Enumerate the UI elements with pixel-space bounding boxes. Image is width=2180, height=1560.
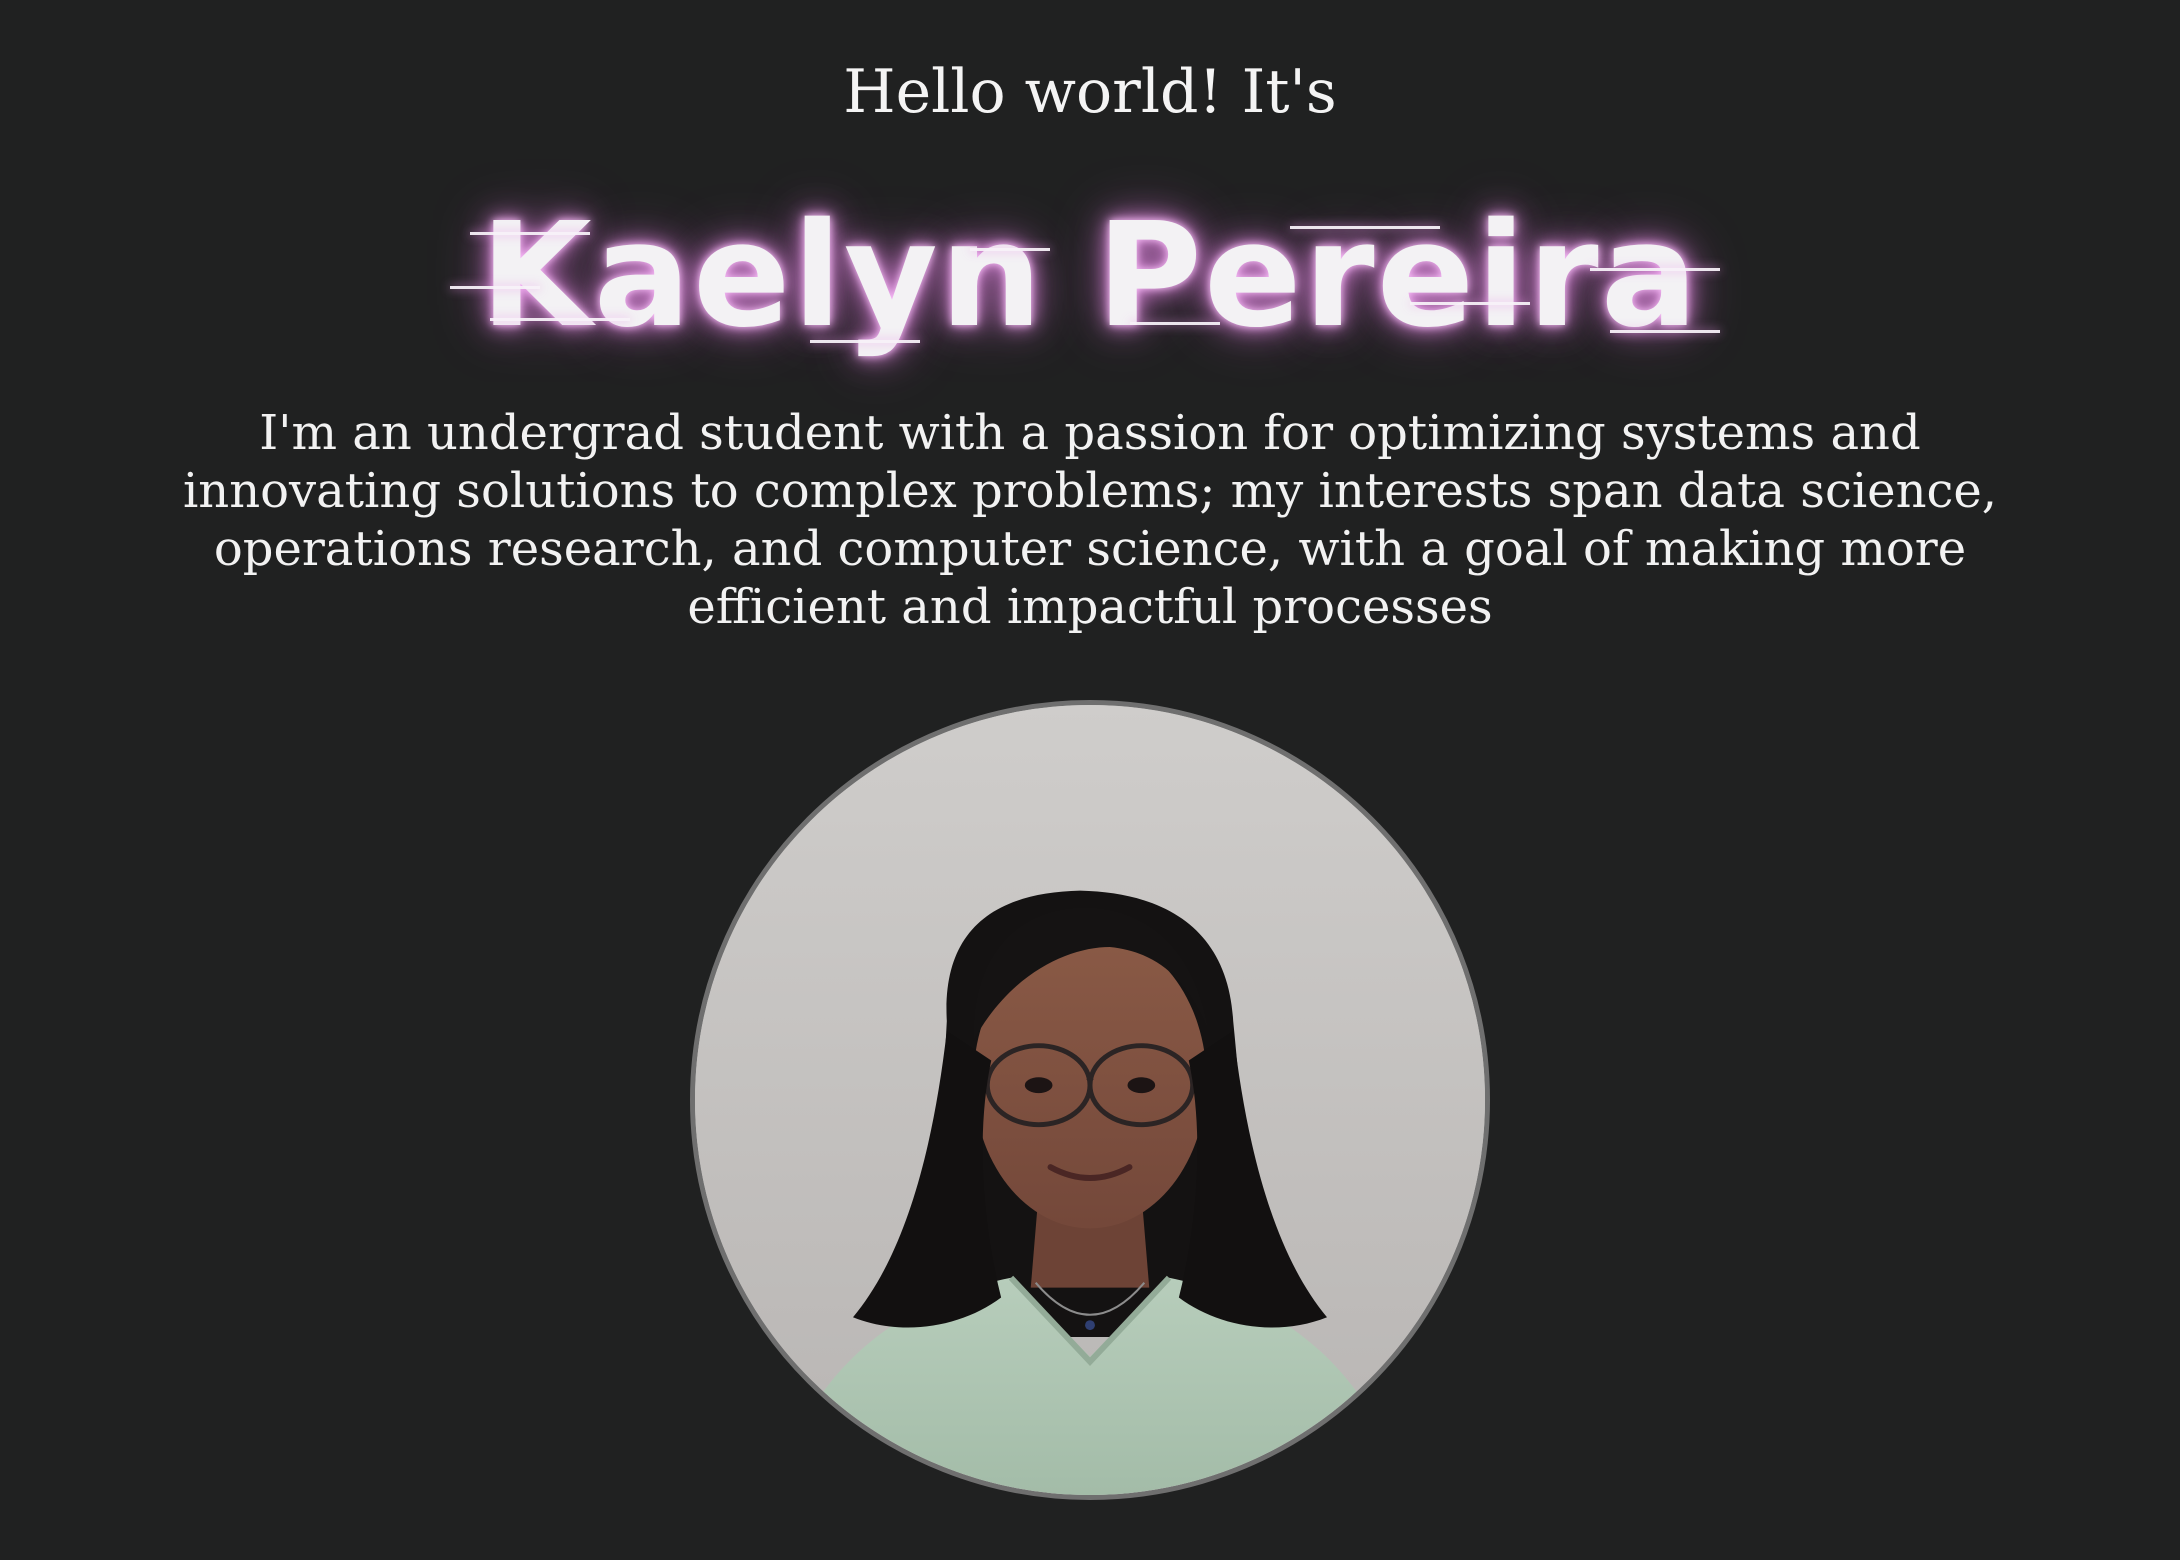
profile-photo	[690, 700, 1490, 1500]
name-heading-wrap: Kaelyn Pereira	[430, 190, 1750, 360]
hero-section: Hello world! It's Kaelyn Pereira I'm an …	[0, 0, 2180, 1560]
name-heading: Kaelyn Pereira	[480, 191, 1700, 359]
greeting-text: Hello world! It's	[843, 57, 1337, 127]
portrait-image	[695, 705, 1485, 1495]
bio-paragraph: I'm an undergrad student with a passion …	[182, 405, 1998, 635]
